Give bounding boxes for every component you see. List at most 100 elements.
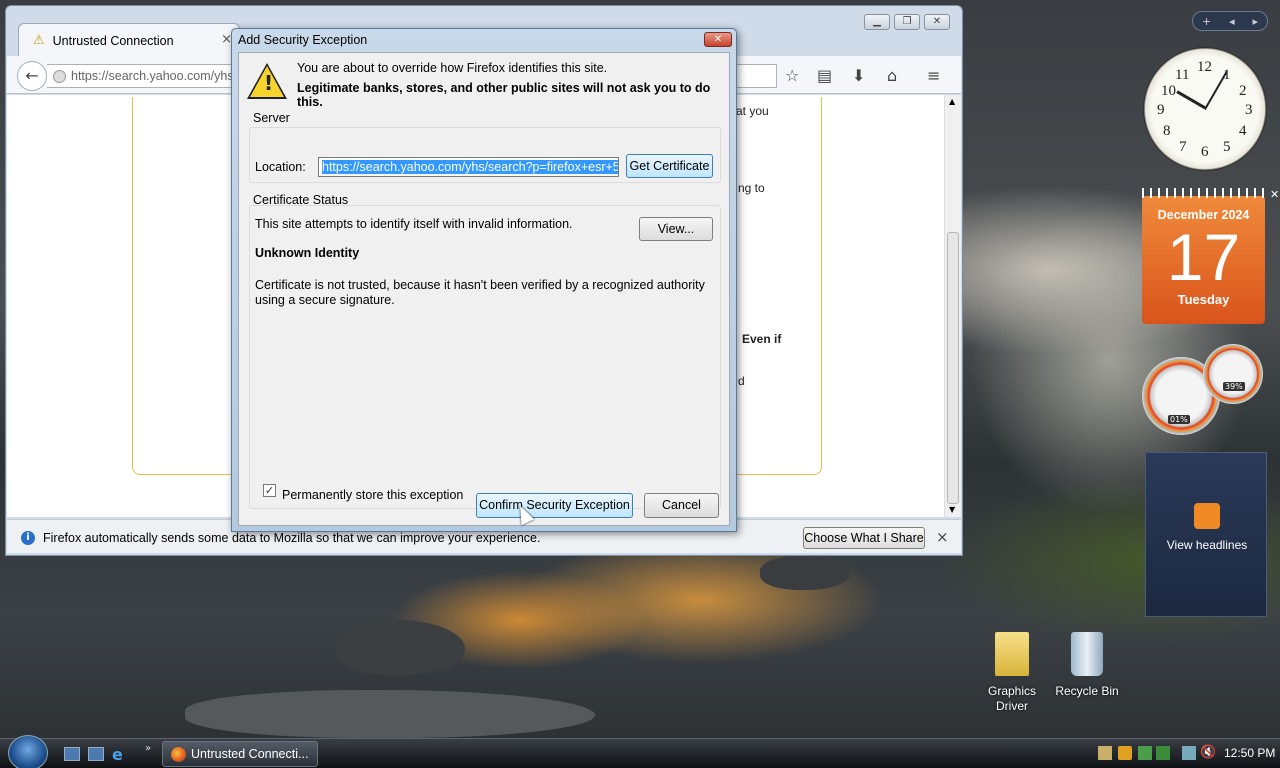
page-text-fragment: at you xyxy=(736,104,769,118)
permanently-store-label[interactable]: Permanently store this exception xyxy=(282,488,463,502)
calendar-gadget[interactable]: December 2024 17 Tuesday xyxy=(1142,188,1265,324)
confirm-security-exception-button[interactable]: Confirm Security Exception xyxy=(476,493,633,518)
tab-title: Untrusted Connection xyxy=(52,33,174,48)
clock-number: 9 xyxy=(1157,102,1165,118)
taskbar-item-firefox[interactable]: Untrusted Connecti... xyxy=(162,741,318,767)
volume-muted-icon[interactable]: 🔇 xyxy=(1200,744,1216,760)
clock-time[interactable]: 12:50 PM xyxy=(1224,746,1275,760)
clock-number: 11 xyxy=(1175,67,1190,83)
quick-launch-more-icon[interactable]: » xyxy=(145,743,151,754)
gadget-close-icon[interactable]: ✕ xyxy=(1270,188,1279,201)
downloads-icon[interactable]: ⬇ xyxy=(852,66,865,85)
firefox-icon xyxy=(171,747,186,762)
certificate-status-text: This site attempts to identify itself wi… xyxy=(255,217,573,231)
mem-percent: 39% xyxy=(1223,382,1245,391)
clock-number: 12 xyxy=(1197,59,1212,75)
warning-exclamation: ! xyxy=(264,71,274,95)
back-button[interactable]: ← xyxy=(17,61,47,91)
calendar-weekday: Tuesday xyxy=(1177,292,1230,307)
globe-icon xyxy=(53,70,66,83)
tray-icon[interactable] xyxy=(1156,746,1170,760)
desktop-icon-graphics-driver[interactable]: Graphics Driver xyxy=(982,632,1042,714)
warning-line-1: You are about to override how Firefox id… xyxy=(297,61,608,75)
clock-number: 6 xyxy=(1201,144,1209,160)
sidebar-controls[interactable]: + ◂ ▸ xyxy=(1192,11,1268,31)
hour-hand xyxy=(1176,90,1206,109)
clock-number: 3 xyxy=(1245,102,1253,118)
cpu-percent: 01% xyxy=(1168,415,1190,424)
warning-icon: ⚠ xyxy=(33,33,45,48)
clock-number: 5 xyxy=(1223,139,1231,155)
add-gadget-icon[interactable]: + xyxy=(1202,15,1211,28)
dialog-close-button[interactable]: ✕ xyxy=(704,32,732,47)
tab-untrusted-connection[interactable]: ⚠ Untrusted Connection × xyxy=(18,23,240,57)
cancel-button[interactable]: Cancel xyxy=(644,493,719,518)
server-group-label: Server xyxy=(253,111,290,125)
tray-icon[interactable] xyxy=(1138,746,1152,760)
restore-button[interactable]: ❐ xyxy=(894,14,920,30)
internet-explorer-icon[interactable]: e xyxy=(112,745,123,764)
location-label: Location: xyxy=(255,160,306,174)
network-icon[interactable] xyxy=(1182,746,1196,760)
feed-label: View headlines xyxy=(1166,538,1248,552)
choose-what-i-share-button[interactable]: Choose What I Share xyxy=(803,527,925,549)
rss-icon xyxy=(1194,503,1220,529)
scrollbar-thumb[interactable] xyxy=(947,232,959,504)
scroll-down-icon[interactable]: ▼ xyxy=(949,505,955,514)
minute-hand xyxy=(1204,70,1228,110)
clock-number: 2 xyxy=(1239,83,1247,99)
infobar-close-icon[interactable]: × xyxy=(936,528,949,546)
url-bar[interactable]: https://search.yahoo.com/yhs xyxy=(47,64,237,88)
start-button[interactable] xyxy=(8,735,48,768)
location-value: https://search.yahoo.com/yhs/search?p=fi… xyxy=(322,160,618,174)
reading-list-icon[interactable]: ▤ xyxy=(817,66,832,85)
taskbar: e » Untrusted Connecti... 🔇 12:50 PM xyxy=(0,735,1280,768)
feed-headlines-gadget[interactable]: View headlines xyxy=(1145,452,1267,617)
page-text-fragment: ng to xyxy=(738,181,765,195)
desktop-icon-recycle-bin[interactable]: Recycle Bin xyxy=(1052,632,1122,698)
dialog-body: ! You are about to override how Firefox … xyxy=(238,52,730,526)
tray-icon[interactable] xyxy=(1098,746,1112,760)
permanently-store-checkbox[interactable]: ✓ xyxy=(263,484,276,497)
home-icon[interactable]: ⌂ xyxy=(887,66,897,85)
folder-icon xyxy=(995,632,1029,676)
next-icon[interactable]: ▸ xyxy=(1253,15,1259,28)
clock-number: 4 xyxy=(1239,123,1247,139)
clock-gadget[interactable]: 12 1 2 3 4 5 6 7 8 9 10 11 xyxy=(1143,47,1267,171)
add-security-exception-dialog: Add Security Exception ✕ ! You are about… xyxy=(231,28,737,532)
clock-number: 8 xyxy=(1163,123,1171,139)
clock-number: 7 xyxy=(1179,139,1187,155)
get-certificate-button[interactable]: Get Certificate xyxy=(626,154,713,178)
show-desktop-icon[interactable] xyxy=(64,747,80,761)
clock-number: 10 xyxy=(1161,83,1176,99)
desktop-icon-label: Graphics Driver xyxy=(987,684,1037,713)
url-text: https://search.yahoo.com/yhs xyxy=(71,69,234,83)
info-icon: i xyxy=(21,531,35,545)
recycle-bin-icon xyxy=(1071,632,1103,676)
search-bar[interactable] xyxy=(735,64,777,88)
unknown-identity-line-1: Certificate is not trusted, because it h… xyxy=(255,278,705,292)
unknown-identity-line-2: using a secure signature. xyxy=(255,293,395,307)
scroll-up-icon[interactable]: ▲ xyxy=(949,97,955,106)
bookmark-star-icon[interactable]: ☆ xyxy=(785,66,799,85)
switch-windows-icon[interactable] xyxy=(88,747,104,761)
minimize-button[interactable]: ▁ xyxy=(864,14,890,30)
prev-icon[interactable]: ◂ xyxy=(1229,15,1235,28)
vertical-scrollbar[interactable]: ▲ ▼ xyxy=(944,95,961,517)
unknown-identity-title: Unknown Identity xyxy=(255,246,360,260)
calendar-day: 17 xyxy=(1166,220,1241,294)
taskbar-item-label: Untrusted Connecti... xyxy=(191,747,309,761)
view-certificate-button[interactable]: View... xyxy=(639,217,713,241)
system-tray: 🔇 12:50 PM xyxy=(1090,739,1280,768)
window-controls: ▁ ❐ ✕ xyxy=(864,14,950,30)
close-window-button[interactable]: ✕ xyxy=(924,14,950,30)
location-input[interactable]: https://search.yahoo.com/yhs/search?p=fi… xyxy=(318,157,619,177)
menu-icon[interactable]: ≡ xyxy=(927,66,940,85)
page-text-fragment: d xyxy=(738,374,745,388)
memory-meter-gauge[interactable]: 39% xyxy=(1203,344,1263,404)
tray-icon[interactable] xyxy=(1118,746,1132,760)
calendar-rings xyxy=(1142,188,1265,198)
infobar-text: Firefox automatically sends some data to… xyxy=(43,531,541,545)
page-text-fragment: Even if xyxy=(742,332,782,346)
desktop-icon-label: Recycle Bin xyxy=(1055,684,1119,698)
